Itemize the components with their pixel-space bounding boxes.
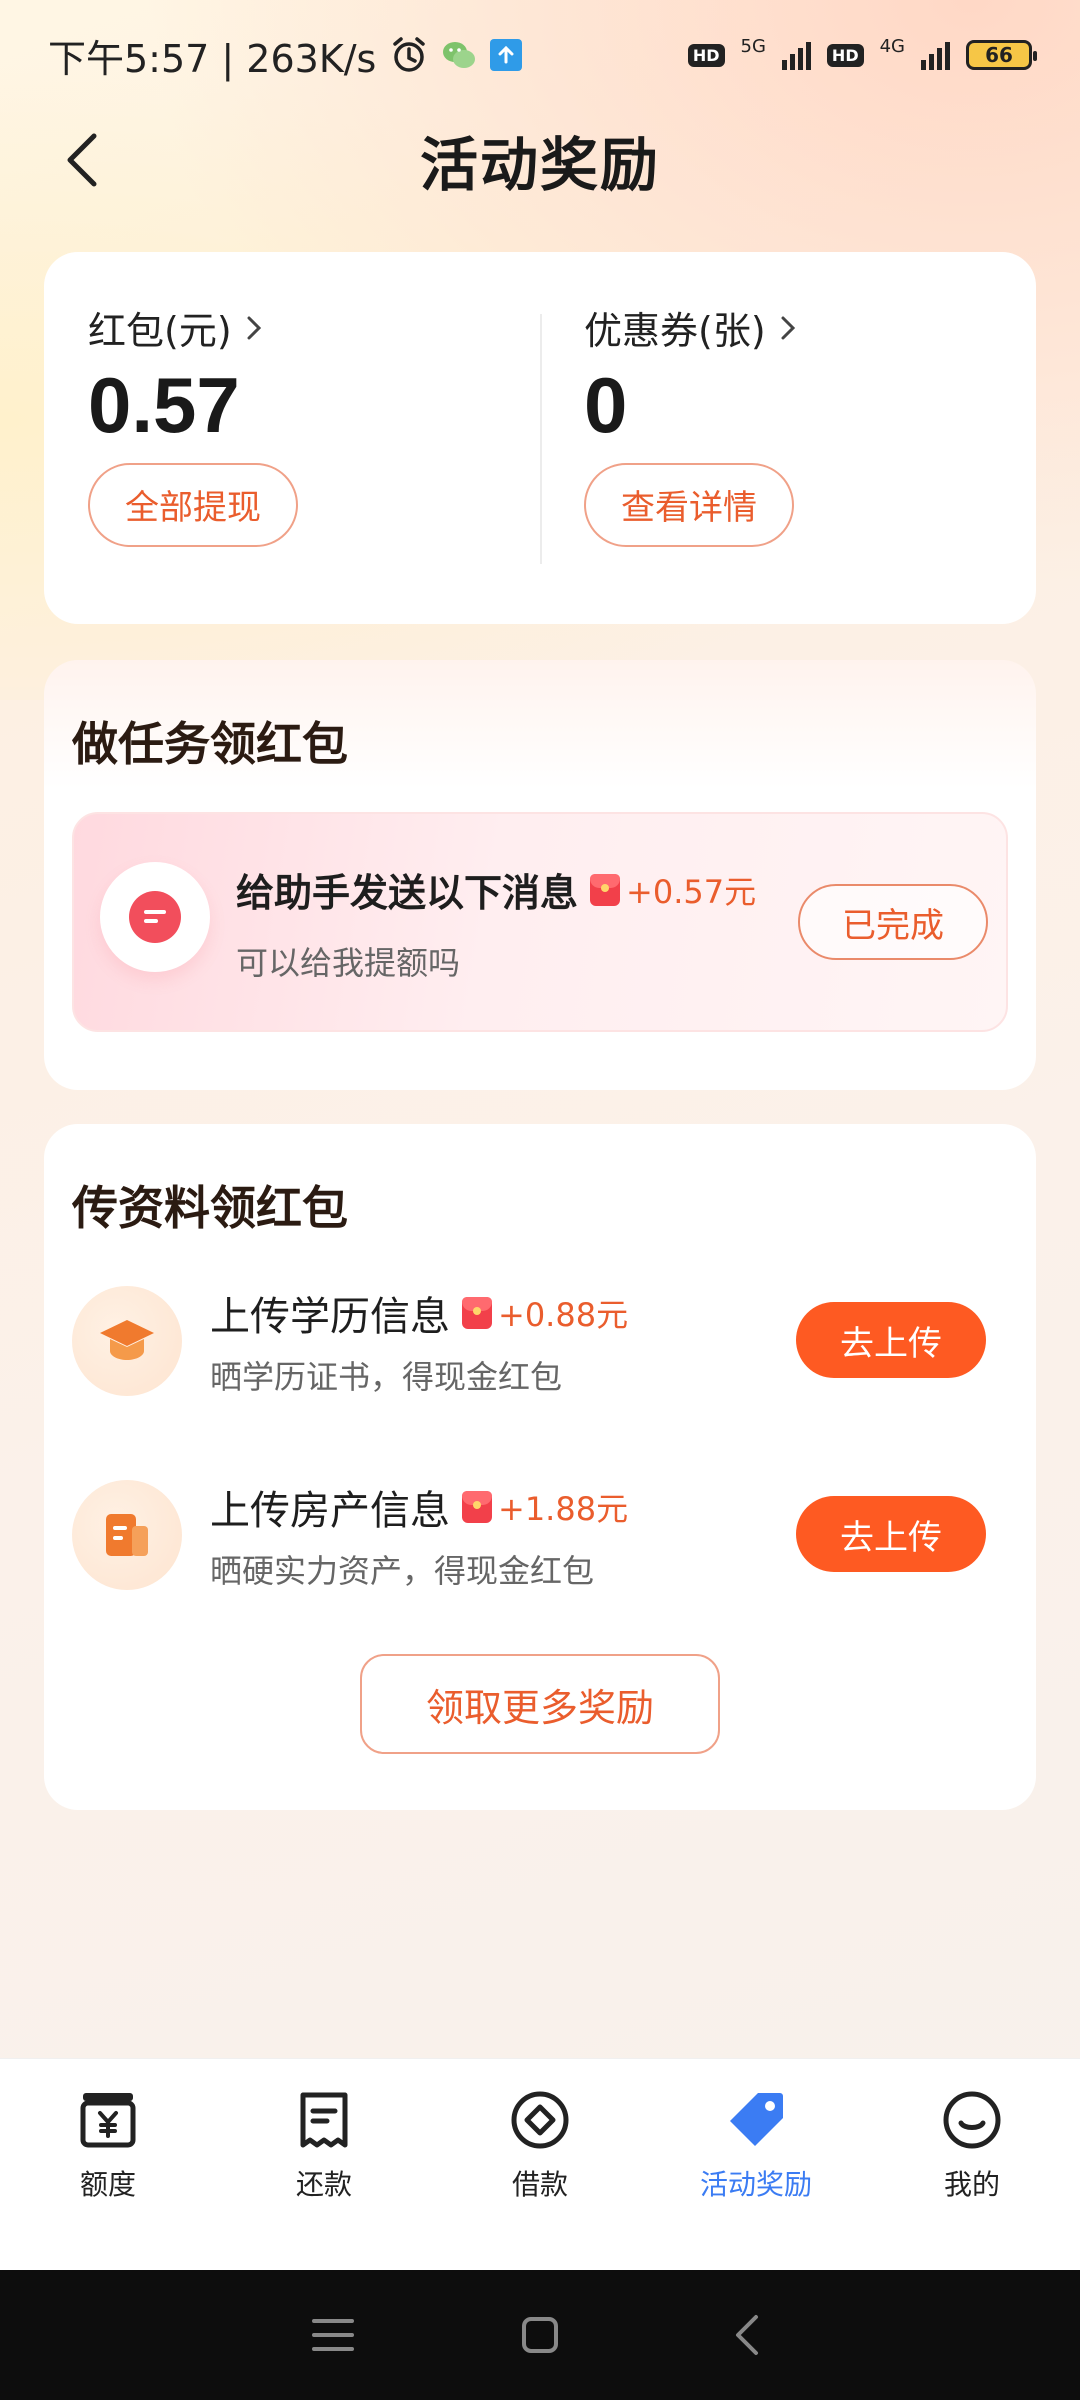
nav-item-rewards[interactable]: 活动奖励 <box>648 2059 864 2270</box>
chat-bubble-icon <box>100 862 210 972</box>
hd-badge-2: HD <box>826 43 864 67</box>
task-title: 给助手发送以下消息 +0.57元 <box>236 862 756 917</box>
nav-item-quota[interactable]: 额度 <box>0 2059 216 2270</box>
coupon-link[interactable]: 优惠券(张) <box>584 300 1036 355</box>
task-title-text: 给助手发送以下消息 <box>236 871 579 915</box>
status-bar: 下午5:57 | 263K/s HD 5G HD 4G 66 <box>0 0 1080 110</box>
menu-button[interactable] <box>303 2305 363 2365</box>
page-title: 活动奖励 <box>419 131 660 199</box>
graduation-cap-icon <box>72 1286 182 1396</box>
wechat-icon <box>442 40 476 70</box>
upload-item-property: 上传房产信息 +1.88元 晒硬实力资产，得现金红包 去上传 <box>72 1466 1008 1606</box>
upload-property-subtitle: 晒硬实力资产，得现金红包 <box>210 1552 595 1590</box>
hd-badge-1: HD <box>687 43 725 67</box>
quota-icon <box>75 2087 141 2153</box>
upload-education-button[interactable]: 去上传 <box>796 1302 986 1378</box>
red-packet-icon <box>462 1491 492 1523</box>
task-subtitle: 可以给我提额吗 <box>236 944 461 982</box>
header: 活动奖励 <box>0 110 1080 210</box>
status-time-speed: 下午5:57 | 263K/s <box>48 36 377 81</box>
network-4g-label: 4G <box>879 35 905 57</box>
nav-label-rewards: 活动奖励 <box>699 2168 812 2201</box>
signal-2-icon <box>921 40 950 70</box>
bottom-nav: 额度 还款 借款 活动奖励 我的 <box>0 2058 1080 2270</box>
network-5g-label: 5G <box>740 35 766 57</box>
red-packet-value: 0.57 <box>88 361 240 449</box>
smile-icon <box>939 2087 1005 2153</box>
task-section: 做任务领红包 给助手发送以下消息 +0.57元 可以给我提额吗 已完成 <box>44 660 1036 1090</box>
task-reward: +0.57元 <box>590 867 756 913</box>
back-button[interactable] <box>52 130 112 190</box>
completed-button[interactable]: 已完成 <box>798 884 988 960</box>
upload-property-reward-amount: +1.88元 <box>498 1490 629 1528</box>
chevron-right-icon <box>781 316 795 339</box>
upload-education-subtitle: 晒学历证书，得现金红包 <box>210 1358 563 1396</box>
chevron-right-icon <box>247 316 261 339</box>
withdraw-all-button[interactable]: 全部提现 <box>88 462 298 547</box>
borrow-icon <box>507 2087 573 2153</box>
status-left: 下午5:57 | 263K/s <box>48 28 523 83</box>
red-packet-icon <box>462 1297 492 1329</box>
upload-property-title: 上传房产信息 +1.88元 <box>210 1478 628 1536</box>
red-packet-icon <box>590 873 621 906</box>
repay-icon <box>291 2087 357 2153</box>
signal-1-icon <box>781 40 811 70</box>
upload-education-title-text: 上传学历信息 <box>210 1294 450 1340</box>
nav-label-repay: 还款 <box>295 2168 352 2201</box>
chevron-left-icon <box>67 133 97 187</box>
tag-icon <box>723 2087 789 2153</box>
back-triangle-icon <box>735 2315 758 2355</box>
coupon-value: 0 <box>584 361 628 449</box>
upload-education-title: 上传学历信息 +0.88元 <box>210 1284 628 1342</box>
nav-label-mine: 我的 <box>943 2168 1000 2201</box>
task-reward-amount: +0.57元 <box>626 872 757 911</box>
upload-notification-icon <box>490 39 523 71</box>
more-rewards-button[interactable]: 领取更多奖励 <box>360 1654 720 1754</box>
upload-section: 传资料领红包 上传学历信息 +0.88元 晒学历证书，得现金红包 去上传 上传房… <box>44 1124 1036 1810</box>
red-packet-link[interactable]: 红包(元) <box>88 300 540 355</box>
upload-property-button[interactable]: 去上传 <box>796 1496 986 1572</box>
home-square-icon <box>521 2317 558 2353</box>
nav-label-quota: 额度 <box>79 2168 136 2201</box>
menu-icon <box>312 2319 355 2351</box>
home-button[interactable] <box>510 2305 570 2365</box>
upload-item-education: 上传学历信息 +0.88元 晒学历证书，得现金红包 去上传 <box>72 1272 1008 1412</box>
coupon-column: 优惠券(张) 0 查看详情 <box>540 252 1036 624</box>
upload-property-title-text: 上传房产信息 <box>210 1488 450 1534</box>
upload-education-reward-amount: +0.88元 <box>498 1296 629 1334</box>
task-item: 给助手发送以下消息 +0.57元 可以给我提额吗 已完成 <box>72 812 1008 1032</box>
status-right: HD 5G HD 4G 66 <box>687 35 1037 75</box>
nav-label-borrow: 借款 <box>511 2168 568 2201</box>
battery-level: 66 <box>985 43 1013 67</box>
coupon-label: 优惠券(张) <box>584 309 766 353</box>
view-details-button[interactable]: 查看详情 <box>584 462 794 547</box>
alarm-icon <box>390 36 428 74</box>
back-system-button[interactable] <box>717 2305 777 2365</box>
upload-property-reward: +1.88元 <box>462 1484 628 1530</box>
upload-education-reward: +0.88元 <box>462 1290 628 1336</box>
nav-item-mine[interactable]: 我的 <box>864 2059 1080 2270</box>
upload-section-title: 传资料领红包 <box>72 1181 348 1235</box>
task-section-title: 做任务领红包 <box>72 717 348 771</box>
red-packet-column: 红包(元) 0.57 全部提现 <box>44 252 540 624</box>
property-document-icon <box>72 1480 182 1590</box>
wallet-card: 红包(元) 0.57 全部提现 优惠券(张) 0 查看详情 <box>44 252 1036 624</box>
battery-icon: 66 <box>966 40 1037 70</box>
nav-item-borrow[interactable]: 借款 <box>432 2059 648 2270</box>
nav-item-repay[interactable]: 还款 <box>216 2059 432 2270</box>
red-packet-label: 红包(元) <box>88 309 232 353</box>
system-nav-bar <box>0 2270 1080 2400</box>
